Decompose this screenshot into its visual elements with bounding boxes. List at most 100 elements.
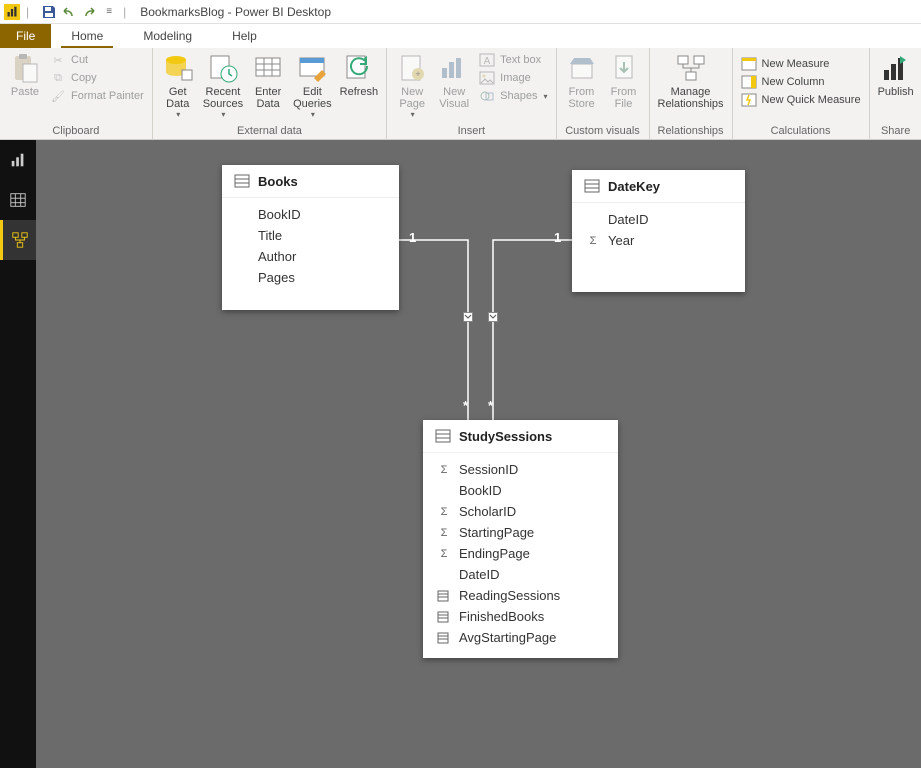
group-label: External data xyxy=(157,125,382,139)
table-name: DateKey xyxy=(608,179,660,194)
refresh-icon xyxy=(343,52,375,84)
sigma-icon: Σ xyxy=(586,235,600,247)
manage-relationships-button[interactable]: Manage Relationships xyxy=(654,50,728,112)
field-row[interactable]: DateID xyxy=(572,209,745,230)
new-column-button[interactable]: New Column xyxy=(741,74,861,90)
left-nav xyxy=(0,140,36,768)
ribbon-group-external-data: Get Data▾ Recent Sources▾ Enter Data Edi… xyxy=(153,48,387,139)
tab-home[interactable]: Home xyxy=(51,24,123,48)
new-quick-measure-icon xyxy=(741,92,757,108)
cut-button[interactable]: ✂Cut xyxy=(50,52,144,68)
ribbon-group-clipboard: Paste ✂Cut ⧉Copy 🖌Format Painter Clipboa… xyxy=(0,48,153,139)
new-quick-measure-button[interactable]: New Quick Measure xyxy=(741,92,861,108)
from-file-icon xyxy=(608,52,640,84)
new-visual-icon xyxy=(438,52,470,84)
publish-button[interactable]: Publish xyxy=(874,50,918,100)
group-label: Share xyxy=(874,125,918,139)
refresh-button[interactable]: Refresh xyxy=(336,50,383,100)
field-row[interactable]: Title xyxy=(222,225,399,246)
new-measure-button[interactable]: New Measure xyxy=(741,56,861,72)
app-icon xyxy=(4,4,20,20)
field-row[interactable]: ΣStartingPage xyxy=(423,522,618,543)
enter-data-icon xyxy=(252,52,284,84)
new-column-icon xyxy=(741,74,757,90)
separator: | xyxy=(26,5,29,19)
get-data-button[interactable]: Get Data▾ xyxy=(157,50,199,121)
file-tab[interactable]: File xyxy=(0,24,51,48)
calculator-icon xyxy=(437,611,451,623)
field-row[interactable]: ΣEndingPage xyxy=(423,543,618,564)
svg-text:A: A xyxy=(484,56,491,67)
table-card-studysessions[interactable]: StudySessions ΣSessionIDBookIDΣScholarID… xyxy=(423,420,618,658)
separator: | xyxy=(123,5,126,19)
field-row[interactable]: Pages xyxy=(222,267,399,288)
cardinality-one: 1 xyxy=(409,230,416,245)
recent-sources-button[interactable]: Recent Sources▾ xyxy=(199,50,247,121)
text-box-icon: A xyxy=(479,52,495,68)
recent-sources-icon xyxy=(207,52,239,84)
nav-model-icon[interactable] xyxy=(0,220,36,260)
calculator-icon xyxy=(437,590,451,602)
nav-data-icon[interactable] xyxy=(0,180,36,220)
shapes-button[interactable]: Shapes▾ xyxy=(479,88,547,104)
new-visual-button[interactable]: New Visual xyxy=(433,50,475,112)
qat-dropdown-icon[interactable]: ≡ xyxy=(101,4,117,20)
ribbon-group-share: Publish Share xyxy=(870,48,921,139)
paste-button[interactable]: Paste xyxy=(4,50,46,100)
paste-label: Paste xyxy=(11,86,39,98)
format-painter-button[interactable]: 🖌Format Painter xyxy=(50,88,144,104)
nav-report-icon[interactable] xyxy=(0,140,36,180)
field-row[interactable]: ΣYear xyxy=(572,230,745,251)
field-row[interactable]: Author xyxy=(222,246,399,267)
model-canvas[interactable]: 1 1 * * Books BookID Title Author Pages … xyxy=(36,140,921,768)
copy-button[interactable]: ⧉Copy xyxy=(50,70,144,86)
ribbon-group-calculations: New Measure New Column New Quick Measure… xyxy=(733,48,870,139)
cut-icon: ✂ xyxy=(50,52,66,68)
text-box-button[interactable]: AText box xyxy=(479,52,547,68)
field-row[interactable]: DateID xyxy=(423,564,618,585)
redo-icon[interactable] xyxy=(81,4,97,20)
field-row[interactable]: AvgStartingPage xyxy=(423,627,618,648)
from-file-label: From File xyxy=(611,86,637,110)
from-store-button[interactable]: From Store xyxy=(561,50,603,112)
from-file-button[interactable]: From File xyxy=(603,50,645,112)
image-button[interactable]: Image xyxy=(479,70,547,86)
save-icon[interactable] xyxy=(41,4,57,20)
table-icon xyxy=(584,178,600,194)
table-card-books[interactable]: Books BookID Title Author Pages xyxy=(222,165,399,310)
field-row[interactable]: BookID xyxy=(423,480,618,501)
image-icon xyxy=(479,70,495,86)
table-name: StudySessions xyxy=(459,429,552,444)
new-page-button[interactable]: + New Page▾ xyxy=(391,50,433,121)
new-visual-label: New Visual xyxy=(439,86,469,110)
field-row[interactable]: ReadingSessions xyxy=(423,585,618,606)
enter-data-label: Enter Data xyxy=(255,86,281,110)
field-row[interactable]: FinishedBooks xyxy=(423,606,618,627)
copy-icon: ⧉ xyxy=(50,70,66,86)
new-page-label: New Page xyxy=(399,86,425,110)
from-store-icon xyxy=(566,52,598,84)
refresh-label: Refresh xyxy=(340,86,379,98)
table-name: Books xyxy=(258,174,298,189)
edit-queries-icon xyxy=(296,52,328,84)
enter-data-button[interactable]: Enter Data xyxy=(247,50,289,112)
tab-help[interactable]: Help xyxy=(212,24,277,48)
shapes-icon xyxy=(479,88,495,104)
field-row[interactable]: ΣScholarID xyxy=(423,501,618,522)
table-icon xyxy=(234,173,250,189)
sigma-icon: Σ xyxy=(437,506,451,518)
get-data-label: Get Data xyxy=(166,86,189,110)
publish-label: Publish xyxy=(878,86,914,98)
table-card-datekey[interactable]: DateKey DateID ΣYear xyxy=(572,170,745,292)
field-row[interactable]: BookID xyxy=(222,204,399,225)
ribbon-group-custom-visuals: From Store From File Custom visuals xyxy=(557,48,650,139)
edit-queries-button[interactable]: Edit Queries▾ xyxy=(289,50,336,121)
menu-bar: File Home Modeling Help xyxy=(0,24,921,48)
field-row[interactable]: ΣSessionID xyxy=(423,459,618,480)
tab-modeling[interactable]: Modeling xyxy=(123,24,212,48)
format-painter-icon: 🖌 xyxy=(50,88,66,104)
window-title: BookmarksBlog - Power BI Desktop xyxy=(140,5,331,19)
table-icon xyxy=(435,428,451,444)
manage-relationships-label: Manage Relationships xyxy=(658,86,724,110)
undo-icon[interactable] xyxy=(61,4,77,20)
